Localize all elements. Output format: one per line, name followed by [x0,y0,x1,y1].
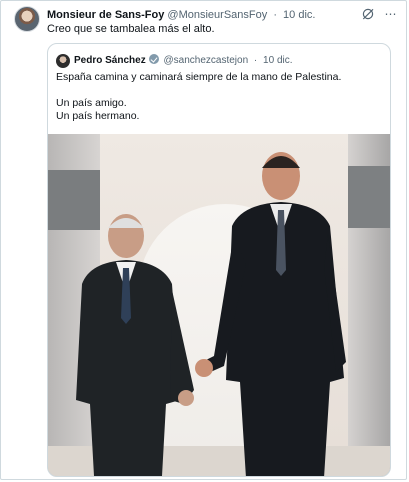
quoted-tweet-header: Pedro Sánchez @sanchezcastejon · 10 dic. [74,54,293,68]
photo-taller-man-figure [195,152,346,476]
quoted-tweet-date[interactable]: 10 dic. [263,55,292,66]
verified-badge-icon [148,54,159,64]
quoted-author-handle[interactable]: @sanchezcastejon [163,55,248,66]
tweet-text: Creo que se tambalea más el alto. [47,23,215,35]
author-handle[interactable]: @MonsieurSansFoy [167,9,267,21]
quoted-line-2: Un país amigo. [56,97,127,109]
tweet-date[interactable]: 10 dic. [283,9,315,21]
quoted-author-name[interactable]: Pedro Sánchez [74,55,146,66]
more-icon[interactable]: ⋯ [383,6,399,22]
quoted-line-1: España camina y caminará siempre de la m… [56,71,342,83]
author-avatar[interactable] [14,6,40,32]
grok-icon[interactable] [361,7,375,21]
tweet-header: Monsieur de Sans-Foy @MonsieurSansFoy · … [47,8,315,22]
quoted-tweet[interactable]: Pedro Sánchez @sanchezcastejon · 10 dic.… [47,43,391,477]
separator: · [253,55,258,66]
tweet-card: Monsieur de Sans-Foy @MonsieurSansFoy · … [0,0,407,480]
quoted-tweet-text: España camina y caminará siempre de la m… [56,71,341,123]
separator: · [273,9,277,21]
quoted-line-3: Un país hermano. [56,110,140,122]
quoted-tweet-photo[interactable] [48,134,390,476]
quoted-author-avatar[interactable] [56,54,70,68]
author-name[interactable]: Monsieur de Sans-Foy [47,9,164,21]
